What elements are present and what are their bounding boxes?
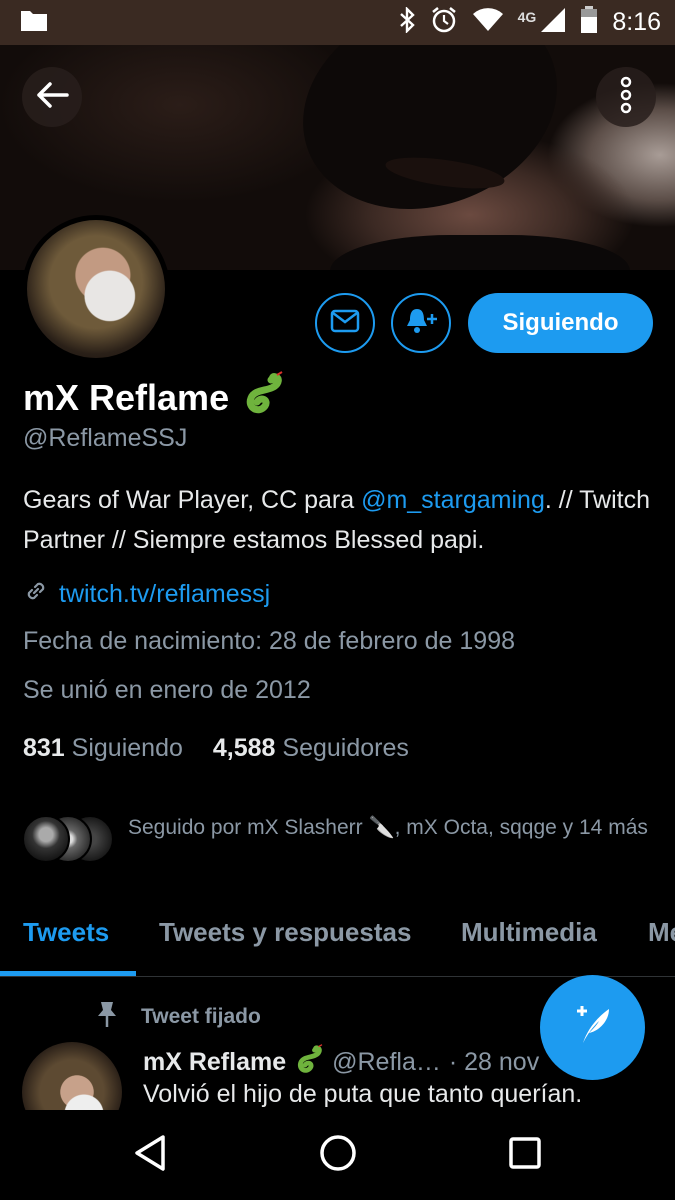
website-link[interactable]: twitch.tv/reflamessj [59, 580, 270, 609]
pin-icon [95, 1000, 119, 1034]
profile-name-row: mX Reflame [23, 370, 285, 425]
tab-likes[interactable]: Me [648, 917, 675, 948]
compose-feather-icon [569, 1001, 617, 1054]
wifi-icon [472, 8, 504, 37]
circle-home-icon [318, 1133, 358, 1178]
back-arrow-icon [35, 81, 69, 114]
snake-emoji-icon [241, 370, 285, 425]
link-icon [23, 578, 49, 611]
birthdate: Fecha de nacimiento: 28 de febrero de 19… [23, 627, 516, 655]
nav-recents-button[interactable] [500, 1130, 550, 1180]
nav-back-button[interactable] [125, 1130, 175, 1180]
more-options-button[interactable] [596, 67, 656, 127]
signal-icon [540, 7, 566, 38]
join-date: Se unió en enero de 2012 [23, 676, 311, 704]
profile-tabs: Tweets Tweets y respuestas Multimedia Me [0, 905, 675, 977]
square-recents-icon [507, 1135, 543, 1176]
bio-text: Gears of War Player, CC para [23, 486, 362, 514]
folder-icon [20, 8, 48, 37]
triangle-back-icon [133, 1134, 167, 1177]
tweet-author-handle[interactable]: @Refla… [332, 1048, 441, 1077]
active-tab-indicator [0, 971, 136, 976]
pinned-tweet-label: Tweet fijado [95, 1000, 261, 1034]
battery-icon [580, 6, 598, 39]
tab-media[interactable]: Multimedia [461, 917, 597, 948]
bio-mention-link[interactable]: @m_stargaming [361, 486, 545, 514]
compose-tweet-button[interactable] [540, 975, 645, 1080]
bluetooth-icon [398, 6, 416, 38]
pinned-label-text: Tweet fijado [141, 1005, 261, 1028]
followers-count: 4,588 [212, 734, 276, 762]
follow-stats: 831 Siguiendo 4,588 Seguidores [23, 734, 409, 763]
android-nav-bar [0, 1110, 675, 1200]
message-button[interactable] [315, 293, 375, 353]
clock: 8:16 [612, 8, 661, 36]
following-label: Siguiendo [71, 734, 183, 762]
profile-avatar[interactable] [22, 215, 170, 363]
profile-name: mX Reflame [23, 376, 230, 418]
bell-plus-icon [404, 306, 438, 341]
tweet-text[interactable]: Volvió el hijo de puta que tanto querían… [143, 1080, 582, 1109]
network-type: 4G [517, 8, 537, 25]
following-button[interactable]: Siguiendo [468, 293, 653, 353]
profile-handle: @ReflameSSJ [23, 424, 188, 452]
profile-website-row: twitch.tv/reflamessj [23, 578, 270, 611]
profile-bio: Gears of War Player, CC para @m_stargami… [23, 480, 653, 560]
tab-tweets[interactable]: Tweets [23, 917, 109, 948]
followers-stat[interactable]: 4,588 Seguidores [213, 734, 409, 763]
followed-by-avatars[interactable] [22, 815, 122, 865]
tab-tweets-replies[interactable]: Tweets y respuestas [159, 917, 411, 948]
notifications-button[interactable] [391, 293, 451, 353]
tweet-author-name[interactable]: mX Reflame [143, 1048, 286, 1077]
tweet-date: · 28 nov [448, 1048, 540, 1076]
followers-label: Seguidores [282, 734, 409, 762]
more-vertical-icon [619, 76, 633, 119]
followed-by-text[interactable]: Seguido por mX Slasherr 🔪, mX Octa, sqqg… [128, 812, 648, 843]
mail-icon [330, 309, 360, 338]
back-button[interactable] [22, 67, 82, 127]
follower-avatar [22, 815, 70, 863]
alarm-icon [430, 6, 458, 39]
following-count: 831 [23, 734, 65, 762]
following-stat[interactable]: 831 Siguiendo [23, 734, 183, 763]
status-bar: 4G 8:16 [0, 0, 675, 45]
snake-emoji-icon [294, 1043, 324, 1082]
nav-home-button[interactable] [313, 1130, 363, 1180]
